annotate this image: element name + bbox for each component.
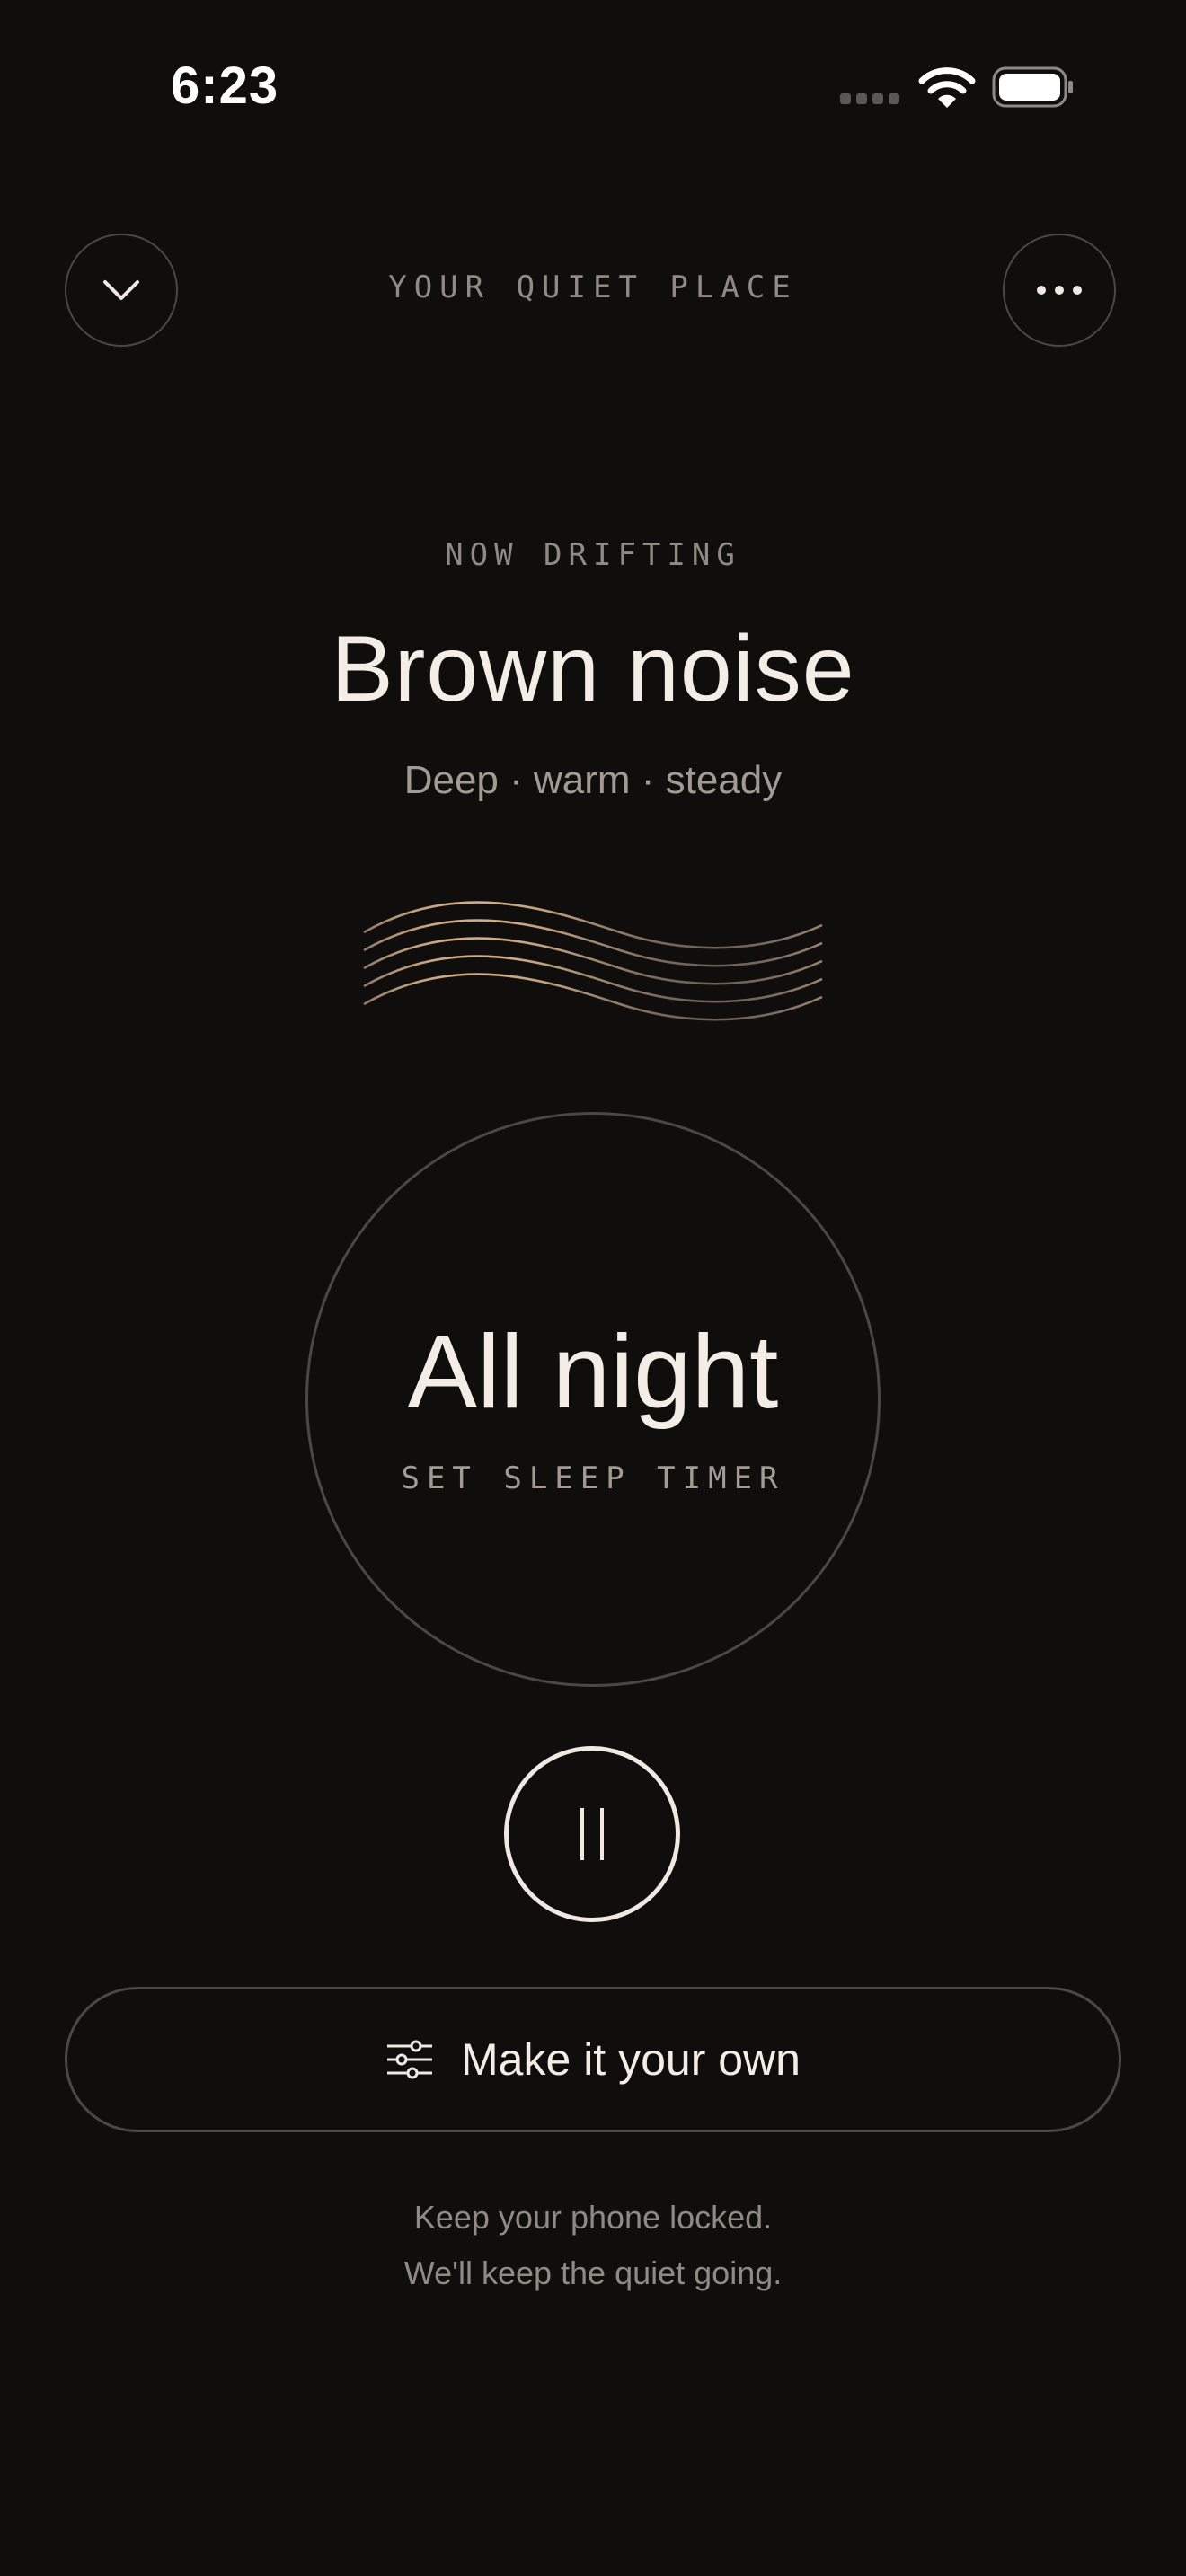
pause-icon	[580, 1808, 584, 1860]
now-drifting-label: NOW DRIFTING	[445, 537, 741, 573]
footer-line-2: We'll keep the quiet going.	[403, 2254, 783, 2291]
sound-wave-icon	[363, 901, 823, 1021]
track-subtitle: Deep · warm · steady	[403, 758, 783, 802]
set-sleep-timer-label: SET SLEEP TIMER	[401, 1460, 785, 1496]
make-it-your-own-label: Make it your own	[461, 2034, 801, 2085]
battery-icon	[992, 66, 1075, 108]
pause-button[interactable]	[504, 1746, 680, 1922]
make-it-your-own-button[interactable]: Make it your own	[65, 1987, 1121, 2132]
track-title: Brown noise	[331, 617, 855, 721]
footer-line-1: Keep your phone locked.	[413, 2199, 773, 2236]
more-horizontal-icon	[1037, 286, 1082, 295]
more-options-button[interactable]	[1003, 234, 1116, 347]
status-time: 6:23	[171, 57, 279, 115]
sleep-timer-value: All night	[407, 1313, 779, 1430]
sliders-icon	[387, 2040, 433, 2079]
signal-bars-icon	[840, 93, 903, 106]
wifi-icon	[918, 66, 976, 110]
